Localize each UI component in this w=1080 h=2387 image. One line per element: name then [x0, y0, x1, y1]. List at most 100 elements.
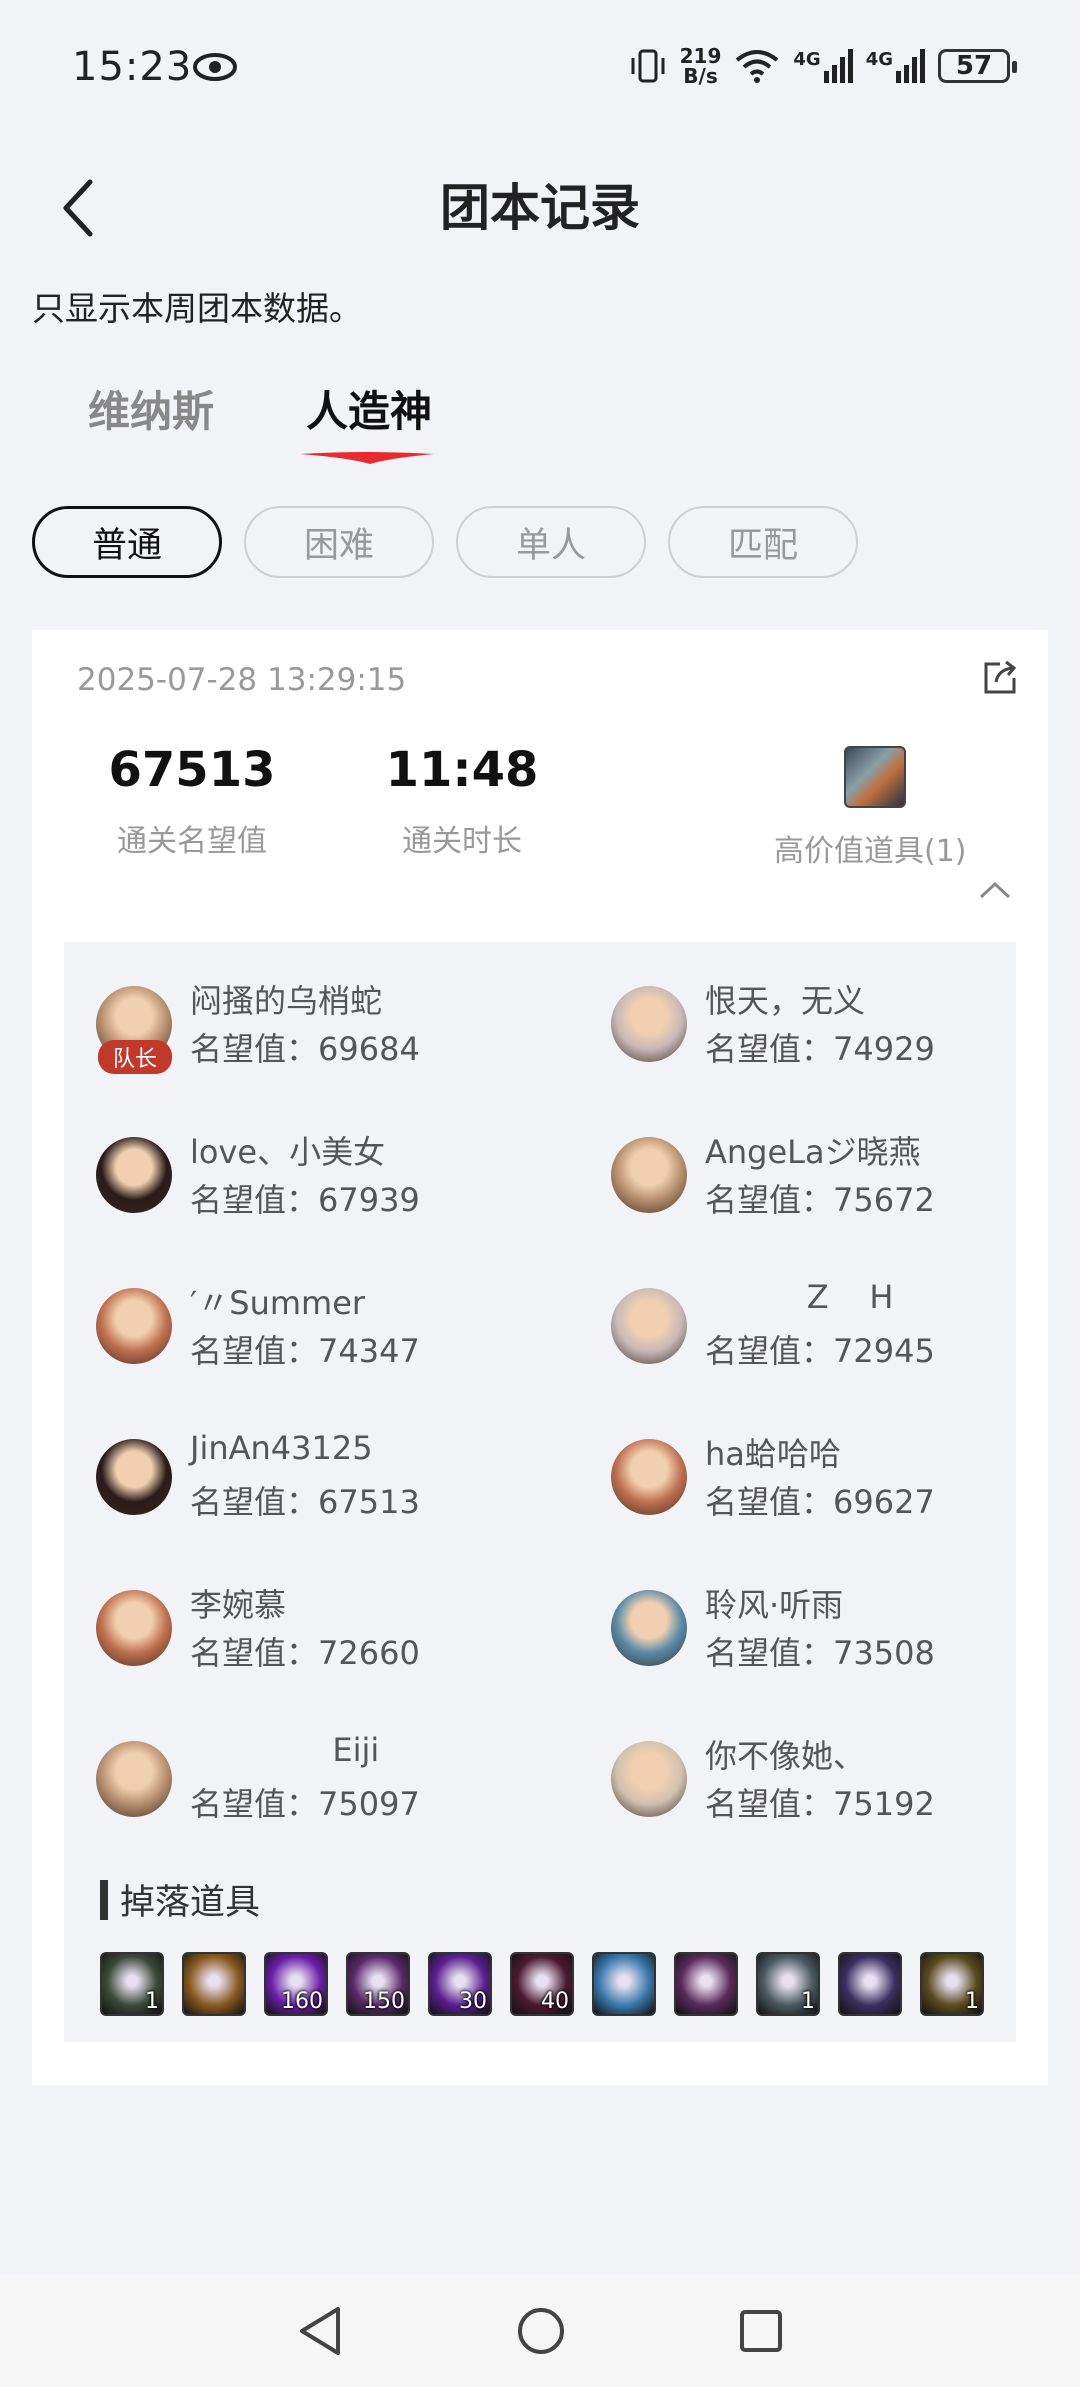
drop-count: 1: [965, 1989, 979, 2014]
raid-record-card: 2025-07-28 13:29:15 67513 通关名望值 11:48 通关…: [32, 630, 1048, 2085]
member-name: AngeLaジ晓燕: [705, 1133, 921, 1171]
tab-active-indicator: [300, 452, 434, 464]
drop-count: 1: [801, 1989, 815, 2014]
reputation-value: 67513: [108, 742, 276, 798]
signal-1-label: 4G: [793, 49, 821, 70]
drop-list: 1 160 150 30 40 1 1: [100, 1952, 984, 2016]
member-item[interactable]: ′〃Summer 名望值：74347: [96, 1278, 556, 1378]
filter-match[interactable]: 匹配: [668, 506, 858, 578]
member-score: 名望值：72945: [705, 1332, 935, 1370]
member-score: 名望值：72660: [190, 1634, 420, 1672]
member-item[interactable]: love、小美女 名望值：67939: [96, 1127, 556, 1227]
member-score: 名望值：75097: [190, 1785, 420, 1823]
page-title: 团本记录: [440, 179, 640, 237]
member-score: 名望值：67513: [190, 1483, 420, 1521]
signal-bars-icon: [823, 49, 853, 83]
duration-label: 通关时长: [402, 824, 522, 859]
status-bar: 15:23 219 B/s 4G 4G 57: [0, 0, 1080, 138]
chevron-up-icon[interactable]: [978, 880, 1012, 900]
status-icons: 219 B/s 4G 4G 57: [628, 46, 1017, 86]
member-item[interactable]: Z H 名望值：72945: [611, 1278, 1071, 1378]
member-name: JinAn43125: [190, 1429, 373, 1467]
battery-level: 57: [955, 51, 993, 81]
drop-item[interactable]: 150: [346, 1952, 410, 2016]
notice-text: 只显示本周团本数据。: [32, 289, 362, 328]
filter-normal[interactable]: 普通: [32, 506, 222, 578]
drop-item[interactable]: 40: [510, 1952, 574, 2016]
drop-item[interactable]: 30: [428, 1952, 492, 2016]
share-icon[interactable]: [980, 658, 1020, 698]
drop-item[interactable]: [182, 1952, 246, 2016]
member-item[interactable]: 李婉慕名望值：72660: [96, 1580, 556, 1680]
member-name: 闷搔的乌梢蛇: [190, 982, 383, 1020]
member-score: 名望值：74929: [705, 1030, 935, 1068]
member-item[interactable]: ha蛤哈哈名望值：69627: [611, 1429, 1071, 1529]
member-name: love、小美女: [190, 1133, 386, 1171]
avatar: [96, 1741, 172, 1817]
member-score: 名望值：67939: [190, 1181, 420, 1219]
drop-count: 150: [363, 1989, 405, 2014]
record-datetime: 2025-07-28 13:29:15: [77, 662, 407, 698]
high-value-label: 高价值道具(1): [774, 834, 967, 869]
signal-bars-icon: [896, 49, 925, 83]
member-item[interactable]: JinAn43125 名望值：67513: [96, 1429, 556, 1529]
net-speed: 219 B/s: [680, 46, 722, 86]
avatar: [96, 1439, 172, 1515]
signal-2: 4G: [866, 49, 926, 83]
member-name: Eiji: [190, 1731, 380, 1769]
wifi-icon: [736, 50, 779, 83]
drop-item[interactable]: 1: [920, 1952, 984, 2016]
tab-artificial-god[interactable]: 人造神: [306, 378, 432, 439]
member-score: 名望值：73508: [705, 1634, 935, 1672]
drop-item[interactable]: [838, 1952, 902, 2016]
filter-hard[interactable]: 困难: [244, 506, 434, 578]
member-item[interactable]: 你不像她、名望值：75192: [611, 1731, 1071, 1831]
stat-reputation: 67513 通关名望值: [102, 742, 282, 860]
reputation-label: 通关名望值: [117, 824, 267, 859]
signal-2-label: 4G: [865, 49, 893, 70]
drop-item[interactable]: [674, 1952, 738, 2016]
net-speed-unit: B/s: [683, 64, 718, 88]
drop-item[interactable]: 1: [756, 1952, 820, 2016]
drop-item[interactable]: 1: [100, 1952, 164, 2016]
members-panel: 队长 闷搔的乌梢蛇 名望值：69684 恨天，无义 名望值：74929 love、小美女名…: [64, 942, 1016, 2042]
net-speed-value: 219: [679, 44, 722, 68]
avatar: [611, 1288, 687, 1364]
drop-count: 1: [145, 1989, 159, 2014]
drop-item[interactable]: 160: [264, 1952, 328, 2016]
member-item[interactable]: AngeLaジ晓燕 名望值：75672: [611, 1127, 1071, 1227]
member-score: 名望值：69684: [190, 1030, 420, 1068]
nav-recents-icon[interactable]: [738, 2308, 784, 2354]
member-name: 李婉慕: [190, 1586, 287, 1624]
drop-item[interactable]: [592, 1952, 656, 2016]
nav-home-icon[interactable]: [516, 2306, 566, 2356]
member-score: 名望值：75672: [705, 1181, 935, 1219]
member-item[interactable]: 恨天，无义 名望值：74929: [611, 976, 1071, 1076]
eye-icon: [193, 53, 237, 81]
member-item[interactable]: 队长 闷搔的乌梢蛇 名望值：69684: [96, 976, 556, 1076]
drop-count: 160: [281, 1989, 323, 2014]
avatar: [611, 1590, 687, 1666]
member-score: 名望值：75192: [705, 1785, 935, 1823]
captain-badge: 队长: [98, 1040, 172, 1074]
duration-value: 11:48: [385, 742, 539, 798]
member-item[interactable]: 聆风·听雨名望值：73508: [611, 1580, 1071, 1680]
high-value-item-icon[interactable]: [844, 746, 906, 808]
member-name: ha蛤哈哈: [705, 1435, 841, 1473]
filter-solo[interactable]: 单人: [456, 506, 646, 578]
drops-title: 掉落道具: [100, 1874, 260, 1925]
avatar: [611, 986, 687, 1062]
member-score: 名望值：74347: [190, 1332, 420, 1370]
member-score: 名望值：69627: [705, 1483, 935, 1521]
stat-duration: 11:48 通关时长: [372, 742, 552, 860]
member-name: 你不像她、: [705, 1737, 866, 1775]
drop-count: 40: [541, 1989, 569, 2014]
avatar: [611, 1741, 687, 1817]
avatar: [611, 1439, 687, 1515]
member-name: Z H: [705, 1278, 894, 1316]
tab-venus[interactable]: 维纳斯: [88, 378, 214, 439]
drops-title-bar: [100, 1879, 108, 1920]
member-item[interactable]: Eiji 名望值：75097: [96, 1731, 556, 1831]
nav-back-icon[interactable]: [296, 2305, 344, 2357]
member-name: 聆风·听雨: [705, 1586, 844, 1624]
